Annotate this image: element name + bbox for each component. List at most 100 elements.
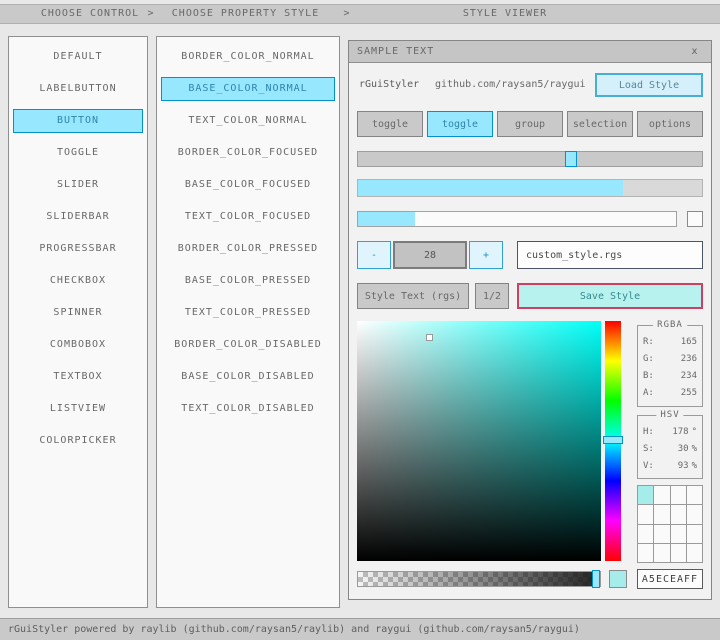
color-swatch[interactable] (638, 525, 653, 543)
top-nav-bar: CHOOSE CONTROL > CHOOSE PROPERTY STYLE >… (0, 4, 720, 24)
hsv-value-v: 93 (678, 461, 689, 471)
toggle-button-2-active[interactable]: toggle (427, 111, 493, 137)
color-swatch[interactable] (638, 505, 653, 523)
toggle-button-1[interactable]: toggle (357, 111, 423, 137)
toggle-button-options[interactable]: options (637, 111, 703, 137)
hue-bar[interactable] (605, 321, 621, 561)
hsv-value-s: 30 (678, 444, 689, 454)
property-item-border-color-normal[interactable]: BORDER_COLOR_NORMAL (161, 45, 335, 69)
property-item-base-color-pressed[interactable]: BASE_COLOR_PRESSED (161, 269, 335, 293)
control-item-button[interactable]: BUTTON (13, 109, 143, 133)
rgba-label-b: B: (643, 371, 654, 381)
control-item-toggle[interactable]: TOGGLE (13, 141, 143, 165)
filename-input[interactable] (517, 241, 703, 269)
rgba-group-title: RGBA (653, 320, 687, 330)
alpha-slider-handle[interactable] (592, 570, 600, 588)
style-text-button[interactable]: Style Text (rgs) (357, 283, 469, 309)
nav-choose-property[interactable]: CHOOSE PROPERTY STYLE (158, 5, 333, 23)
control-item-spinner[interactable]: SPINNER (13, 301, 143, 325)
spinner-plus-button[interactable]: + (469, 241, 503, 269)
window-title-bar[interactable]: SAMPLE TEXT x (349, 41, 711, 63)
control-item-combobox[interactable]: COMBOBOX (13, 333, 143, 357)
rgba-row-g: G: 236 (638, 350, 702, 367)
status-bar-text: rGuiStyler powered by raylib (github.com… (8, 624, 580, 635)
color-swatch[interactable] (687, 505, 702, 523)
load-style-button[interactable]: Load Style (595, 73, 703, 97)
control-item-progressbar[interactable]: PROGRESSBAR (13, 237, 143, 261)
color-swatch[interactable] (687, 486, 702, 504)
control-item-textbox[interactable]: TEXTBOX (13, 365, 143, 389)
hsv-label-s: S: (643, 444, 654, 454)
sample-slider[interactable] (357, 151, 703, 167)
sample-sliderbar[interactable] (357, 211, 677, 227)
hsv-row-s: S: 30 % (638, 440, 702, 457)
rguistyler-app: CHOOSE CONTROL > CHOOSE PROPERTY STYLE >… (0, 0, 720, 640)
property-item-base-color-focused[interactable]: BASE_COLOR_FOCUSED (161, 173, 335, 197)
rgba-value-g: 236 (681, 354, 697, 364)
sliderbar-fill (358, 212, 415, 226)
control-item-default[interactable]: DEFAULT (13, 45, 143, 69)
property-item-base-color-normal[interactable]: BASE_COLOR_NORMAL (161, 77, 335, 101)
slider-handle[interactable] (565, 151, 577, 167)
color-swatch[interactable] (671, 525, 686, 543)
property-item-text-color-normal[interactable]: TEXT_COLOR_NORMAL (161, 109, 335, 133)
color-swatch[interactable] (654, 505, 669, 523)
sample-checkbox[interactable] (687, 211, 703, 227)
color-swatch[interactable] (654, 544, 669, 562)
control-item-checkbox[interactable]: CHECKBOX (13, 269, 143, 293)
control-item-slider[interactable]: SLIDER (13, 173, 143, 197)
rgba-row-b: B: 234 (638, 367, 702, 384)
color-swatch[interactable] (638, 544, 653, 562)
style-viewer-window: SAMPLE TEXT x rGuiStyler github.com/rays… (348, 40, 712, 600)
current-color-preview (609, 570, 627, 588)
hsv-value-h: 178 (672, 427, 688, 437)
rgba-row-a: A: 255 (638, 384, 702, 401)
save-style-button[interactable]: Save Style (517, 283, 703, 309)
property-item-base-color-disabled[interactable]: BASE_COLOR_DISABLED (161, 365, 335, 389)
hsv-unit-s: % (692, 444, 697, 454)
close-icon[interactable]: x (687, 46, 703, 57)
color-swatch[interactable] (654, 525, 669, 543)
toggle-group: toggle toggle group selection options (357, 111, 703, 137)
sample-progressbar (357, 179, 703, 197)
color-swatch[interactable] (671, 505, 686, 523)
hex-color-value[interactable]: A5ECEAFF (637, 569, 703, 589)
property-item-border-color-focused[interactable]: BORDER_COLOR_FOCUSED (161, 141, 335, 165)
control-item-colorpicker[interactable]: COLORPICKER (13, 429, 143, 453)
control-item-labelbutton[interactable]: LABELBUTTON (13, 77, 143, 101)
controls-list: DEFAULT LABELBUTTON BUTTON TOGGLE SLIDER… (8, 36, 148, 608)
property-item-text-color-disabled[interactable]: TEXT_COLOR_DISABLED (161, 397, 335, 421)
alpha-slider[interactable] (357, 571, 601, 587)
control-item-sliderbar[interactable]: SLIDERBAR (13, 205, 143, 229)
control-item-listview[interactable]: LISTVIEW (13, 397, 143, 421)
hsv-group-box: HSV H: 178 ° S: 30 % V: 93 % (637, 415, 703, 479)
color-swatch-grid (637, 485, 703, 563)
color-swatch[interactable] (671, 486, 686, 504)
property-item-border-color-pressed[interactable]: BORDER_COLOR_PRESSED (161, 237, 335, 261)
chevron-right-icon: > (340, 5, 354, 23)
repo-link[interactable]: github.com/raysan5/raygui (435, 77, 586, 93)
color-picker-cursor[interactable] (426, 334, 433, 341)
hue-handle[interactable] (603, 436, 623, 444)
progressbar-fill (358, 180, 623, 196)
color-swatch[interactable] (687, 525, 702, 543)
hsv-unit-h: ° (692, 427, 697, 437)
color-swatch[interactable] (654, 486, 669, 504)
property-item-text-color-focused[interactable]: TEXT_COLOR_FOCUSED (161, 205, 335, 229)
color-saturation-value-panel[interactable] (357, 321, 601, 561)
property-item-border-color-disabled[interactable]: BORDER_COLOR_DISABLED (161, 333, 335, 357)
app-name-label: rGuiStyler (359, 77, 419, 93)
color-swatch[interactable] (687, 544, 702, 562)
rgba-value-r: 165 (681, 337, 697, 347)
hsv-unit-v: % (692, 461, 697, 471)
rgba-value-a: 255 (681, 388, 697, 398)
color-swatch[interactable] (671, 544, 686, 562)
page-toggle-button[interactable]: 1/2 (475, 283, 509, 309)
toggle-button-group[interactable]: group (497, 111, 563, 137)
color-swatch-current[interactable] (638, 486, 653, 504)
property-item-text-color-pressed[interactable]: TEXT_COLOR_PRESSED (161, 301, 335, 325)
toggle-button-selection[interactable]: selection (567, 111, 633, 137)
spinner-value[interactable]: 28 (393, 241, 467, 269)
spinner-minus-button[interactable]: - (357, 241, 391, 269)
properties-list: BORDER_COLOR_NORMAL BASE_COLOR_NORMAL TE… (156, 36, 340, 608)
